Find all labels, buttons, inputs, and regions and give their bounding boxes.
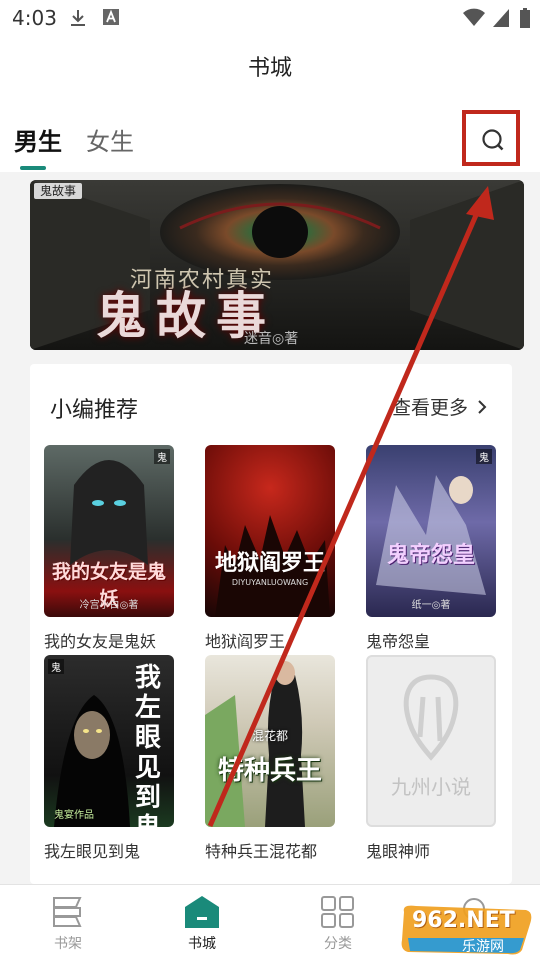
cover-badge: 鬼 xyxy=(476,449,492,464)
book-title[interactable]: 地狱阎罗王 xyxy=(205,628,285,652)
book-title[interactable]: 我左眼见到鬼 xyxy=(44,838,140,862)
cover-author: 冷宫小白◎著 xyxy=(79,600,139,611)
nav-label: 书架 xyxy=(54,936,82,952)
cover-art xyxy=(215,515,330,617)
search-icon xyxy=(482,129,504,151)
book-title[interactable]: 我的女友是鬼妖 xyxy=(44,628,156,652)
chevron-right-icon xyxy=(478,400,487,414)
search-button[interactable] xyxy=(462,110,520,166)
cover-author: 鬼宴作品 xyxy=(54,810,94,821)
battery-icon xyxy=(520,8,530,28)
cover-title: 鬼帝怨皇 xyxy=(386,543,475,568)
book-cover[interactable]: 鬼 我的女友是鬼妖 冷宫小白◎著 xyxy=(44,445,174,617)
font-a-icon xyxy=(103,9,119,25)
nav-label: 书城 xyxy=(188,936,216,952)
cover-title: 九州小说 xyxy=(391,775,471,799)
bookstore-icon xyxy=(185,896,219,928)
book-cover[interactable]: 鬼 我左眼见到鬼 鬼宴作品 xyxy=(44,655,174,827)
book-cover[interactable]: 特种兵王 混花都 xyxy=(205,655,335,827)
cover-title: 特种兵王 xyxy=(217,756,322,786)
watermark-logo: 962.NET 乐游网 xyxy=(398,904,534,956)
book-title[interactable]: 特种兵王混花都 xyxy=(205,838,317,862)
cover-author: DIYUYANLUOWANG xyxy=(231,578,309,587)
nav-item-bookstore[interactable]: 书城 xyxy=(152,885,252,961)
nav-item-category[interactable]: 分类 xyxy=(288,885,388,961)
nav-item-bookshelf[interactable]: 书架 xyxy=(18,885,118,961)
category-grid-icon xyxy=(321,896,354,928)
book-cover[interactable]: 地狱阎罗王 DIYUYANLUOWANG xyxy=(205,445,335,617)
view-more-label: 查看更多 xyxy=(392,397,469,419)
banner-author: 迷音◎著 xyxy=(244,331,299,347)
book-title[interactable]: 鬼帝怨皇 xyxy=(366,628,430,652)
cover-title: 我左眼见到鬼 xyxy=(134,663,161,827)
book-cover[interactable]: 鬼 鬼帝怨皇 纸一◎著 xyxy=(366,445,496,617)
watermark-subtext: 乐游网 xyxy=(462,939,504,955)
cover-author: 纸一◎著 xyxy=(411,600,451,611)
book-title[interactable]: 鬼眼神师 xyxy=(366,838,430,862)
tab-female[interactable]: 女生 xyxy=(86,122,134,157)
nav-label: 分类 xyxy=(324,936,352,952)
view-more-link[interactable]: 查看更多 xyxy=(392,393,488,420)
status-time: 4:03 xyxy=(12,6,57,30)
cover-art xyxy=(376,475,486,595)
book-cover[interactable]: 九州小说 xyxy=(366,655,496,827)
status-bar: 4:03 xyxy=(0,0,540,36)
signal-icon xyxy=(493,9,509,27)
section-title: 小编推荐 xyxy=(50,398,139,423)
tab-male[interactable]: 男生 xyxy=(14,122,62,157)
cover-author: 混花都 xyxy=(251,729,288,743)
download-icon xyxy=(71,10,85,26)
cover-badge: 鬼 xyxy=(154,449,170,464)
active-tab-indicator xyxy=(20,166,46,170)
cover-badge: 鬼 xyxy=(48,659,64,674)
wifi-icon xyxy=(463,8,485,26)
bookshelf-icon xyxy=(53,897,82,927)
cover-title: 地狱阎罗王 xyxy=(214,551,325,576)
banner-brand: 鬼故事 xyxy=(34,183,83,199)
watermark-text: 962.NET xyxy=(412,908,515,933)
page-title: 书城 xyxy=(247,56,292,81)
